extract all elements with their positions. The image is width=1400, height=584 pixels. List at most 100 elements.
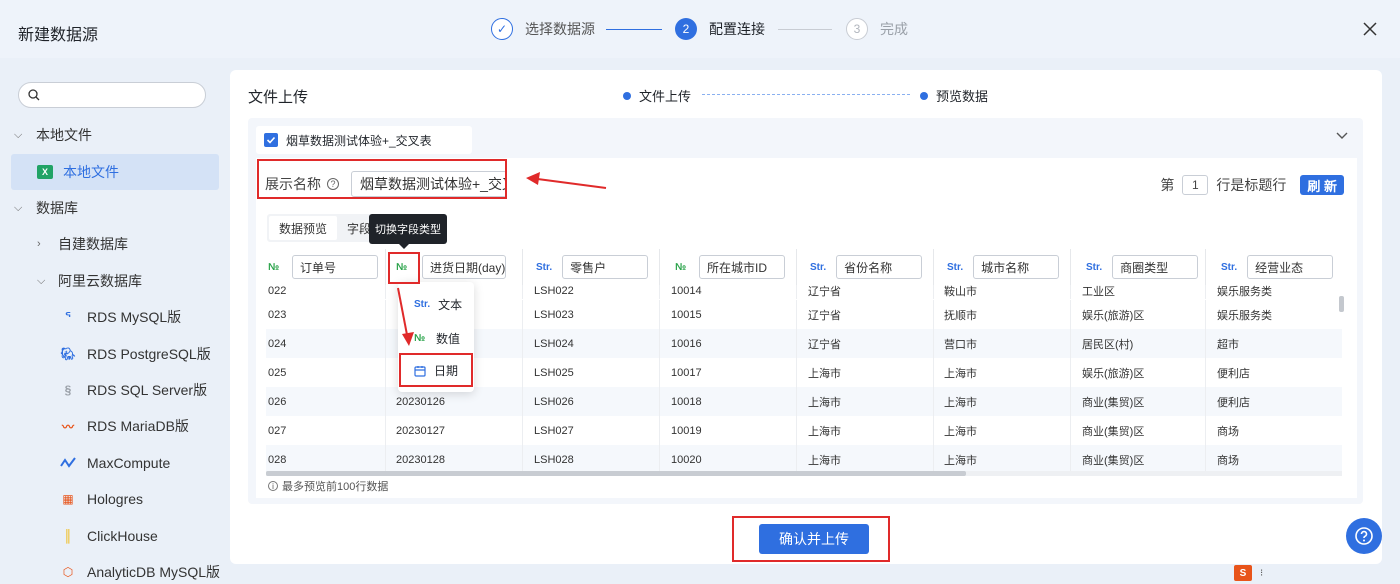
search-input[interactable] xyxy=(18,82,206,108)
menu-item-text[interactable]: Str. 文本 xyxy=(414,296,462,313)
datasource-label: Hologres xyxy=(87,491,144,507)
table-cell: 商场 xyxy=(1217,454,1239,467)
file-checkbox[interactable] xyxy=(264,133,278,147)
table-cell: 023 xyxy=(266,300,386,329)
calendar-icon xyxy=(414,365,426,377)
step-number: 2 xyxy=(675,18,697,40)
column-name-input[interactable]: 商圈类型 xyxy=(1112,255,1199,279)
panel-title: 文件上传 xyxy=(248,89,309,106)
number-type-icon[interactable]: № xyxy=(675,262,689,273)
datasource-label: RDS PostgreSQL版 xyxy=(87,346,211,362)
text-type-icon[interactable]: Str. xyxy=(1086,262,1102,273)
table-cell: 便利店 xyxy=(1217,396,1250,409)
text-type-icon[interactable]: Str. xyxy=(810,262,826,273)
number-type-icon[interactable]: № xyxy=(268,262,282,273)
column-name-input[interactable]: 城市名称 xyxy=(973,255,1060,279)
datasource-label: AnalyticDB MySQL版 xyxy=(87,564,221,580)
column-name-input[interactable]: 零售户 xyxy=(562,255,649,279)
step-dot xyxy=(623,91,631,100)
menu-item-number[interactable]: № 数值 xyxy=(414,330,460,347)
column-header-stock-date: № 进货日期(day) xyxy=(387,249,523,285)
menu-item-date[interactable]: 日期 xyxy=(414,362,458,379)
tree-group-local-files[interactable]: ⌵ 本地文件 xyxy=(14,125,92,145)
table-cell: 工业区 xyxy=(1072,285,1206,299)
datasource-label: MaxCompute xyxy=(87,455,171,471)
column-name-input[interactable]: 所在城市ID xyxy=(699,255,785,279)
substep-preview: 预览数据 xyxy=(920,86,988,105)
column-name-input[interactable]: 省份名称 xyxy=(836,255,923,279)
datasource-rds-sqlserver[interactable]: § RDS SQL Server版 xyxy=(59,380,207,400)
table-cell: 上海市 xyxy=(935,416,1071,445)
text-type-icon[interactable]: Str. xyxy=(1221,262,1237,273)
tree-subgroup-aliyun[interactable]: ⌵ 阿里云数据库 xyxy=(37,271,142,291)
tree-group-label: 本地文件 xyxy=(36,127,92,143)
ime-logo-icon[interactable]: S xyxy=(1234,565,1252,581)
close-icon[interactable] xyxy=(1363,22,1377,36)
header-row-suffix: 行是标题行 xyxy=(1216,177,1287,193)
substep-upload: 文件上传 xyxy=(623,86,691,105)
table-cell: 上海市 xyxy=(798,387,934,416)
table-cell: 商业(集贸)区 xyxy=(1072,387,1206,416)
column-name-input[interactable]: 订单号 xyxy=(292,255,378,279)
table-cell: 鞍山市 xyxy=(935,285,1071,299)
maxcompute-icon xyxy=(60,457,76,468)
excel-icon: X xyxy=(37,165,53,179)
scrollbar-thumb[interactable] xyxy=(266,471,966,476)
table-cell: 026 xyxy=(266,387,386,416)
datasource-rds-mariadb[interactable]: 〰 RDS MariaDB版 xyxy=(59,416,189,436)
horizontal-scrollbar[interactable] xyxy=(266,471,1342,476)
tree-item-local-file[interactable]: X 本地文件 xyxy=(37,162,119,182)
tree-subgroup-label: 阿里云数据库 xyxy=(58,273,142,289)
number-type-icon[interactable]: № xyxy=(396,262,410,273)
preview-limit-note: i 最多预览前100行数据 xyxy=(268,478,388,494)
text-type-icon: Str. xyxy=(414,299,431,310)
table-cell: 上海市 xyxy=(935,358,1071,387)
datasource-analyticdb-mysql[interactable]: ⬡ AnalyticDB MySQL版 xyxy=(59,562,220,582)
help-button[interactable] xyxy=(1346,518,1382,554)
column-name-input[interactable]: 经营业态 xyxy=(1247,255,1334,279)
header-row-input[interactable]: 1 xyxy=(1182,175,1209,195)
tree-group-database[interactable]: ⌵ 数据库 xyxy=(14,198,78,218)
help-icon[interactable]: ? xyxy=(327,178,339,190)
table-cell: 10015 xyxy=(661,300,797,329)
refresh-button[interactable]: 刷 新 xyxy=(1300,175,1344,195)
display-name-label: 展示名称 xyxy=(265,176,321,192)
confirm-upload-button[interactable]: 确认并上传 xyxy=(759,524,869,554)
vertical-scrollbar[interactable] xyxy=(1339,296,1344,312)
datasource-hologres[interactable]: ▦ Hologres xyxy=(59,489,143,509)
table-cell: LSH023 xyxy=(524,300,660,329)
datasource-clickhouse[interactable]: ║ ClickHouse xyxy=(59,526,158,546)
datasource-rds-mysql[interactable]: ᕐ RDS MySQL版 xyxy=(59,307,181,327)
postgresql-icon: 🐘︎ xyxy=(60,347,76,361)
switch-type-tooltip: 切换字段类型 xyxy=(369,214,447,249)
chevron-down-icon[interactable] xyxy=(1336,132,1348,140)
menu-item-label: 数值 xyxy=(436,332,461,346)
table-cell: 超市 xyxy=(1217,338,1239,351)
datasource-maxcompute[interactable]: MaxCompute xyxy=(59,453,170,473)
datasource-sidebar: ⌵ 本地文件 X 本地文件 ⌵ 数据库 › 自建数据库 ⌵ 阿里云数据库 ᕐ R… xyxy=(0,58,230,584)
mysql-icon: ᕐ xyxy=(65,310,71,324)
text-type-icon[interactable]: Str. xyxy=(947,262,963,273)
settings-dots-icon[interactable]: ⁝ xyxy=(1260,568,1263,579)
step-dot xyxy=(920,91,928,100)
substep-connector xyxy=(702,94,910,95)
table-cell: 上海市 xyxy=(798,416,934,445)
step-number: 3 xyxy=(846,18,868,40)
table-cell: 上海市 xyxy=(798,445,934,474)
text-type-icon[interactable]: Str. xyxy=(536,262,552,273)
menu-item-label: 日期 xyxy=(434,364,459,378)
substep-label: 文件上传 xyxy=(639,89,692,104)
column-header-city: Str. 城市名称 xyxy=(935,249,1071,285)
column-name-input[interactable]: 进货日期(day) xyxy=(422,255,506,279)
table-cell: 10018 xyxy=(661,387,797,416)
table-cell: 娱乐(旅游)区 xyxy=(1072,300,1206,329)
file-checkbox-row[interactable]: 烟草数据测试体验+_交叉表 xyxy=(256,126,472,154)
table-cell: LSH024 xyxy=(524,329,660,358)
table-cell: 娱乐服务类 xyxy=(1217,285,1272,298)
tree-subgroup-self-hosted[interactable]: › 自建数据库 xyxy=(37,234,128,254)
table-cell: LSH026 xyxy=(524,387,660,416)
datasource-rds-postgresql[interactable]: 🐘︎ RDS PostgreSQL版 xyxy=(59,344,211,364)
table-cell: 10014 xyxy=(661,285,797,299)
tab-data-preview[interactable]: 数据预览 xyxy=(269,216,338,240)
display-name-input[interactable]: 烟草数据测试体验+_交叉 xyxy=(351,171,507,197)
